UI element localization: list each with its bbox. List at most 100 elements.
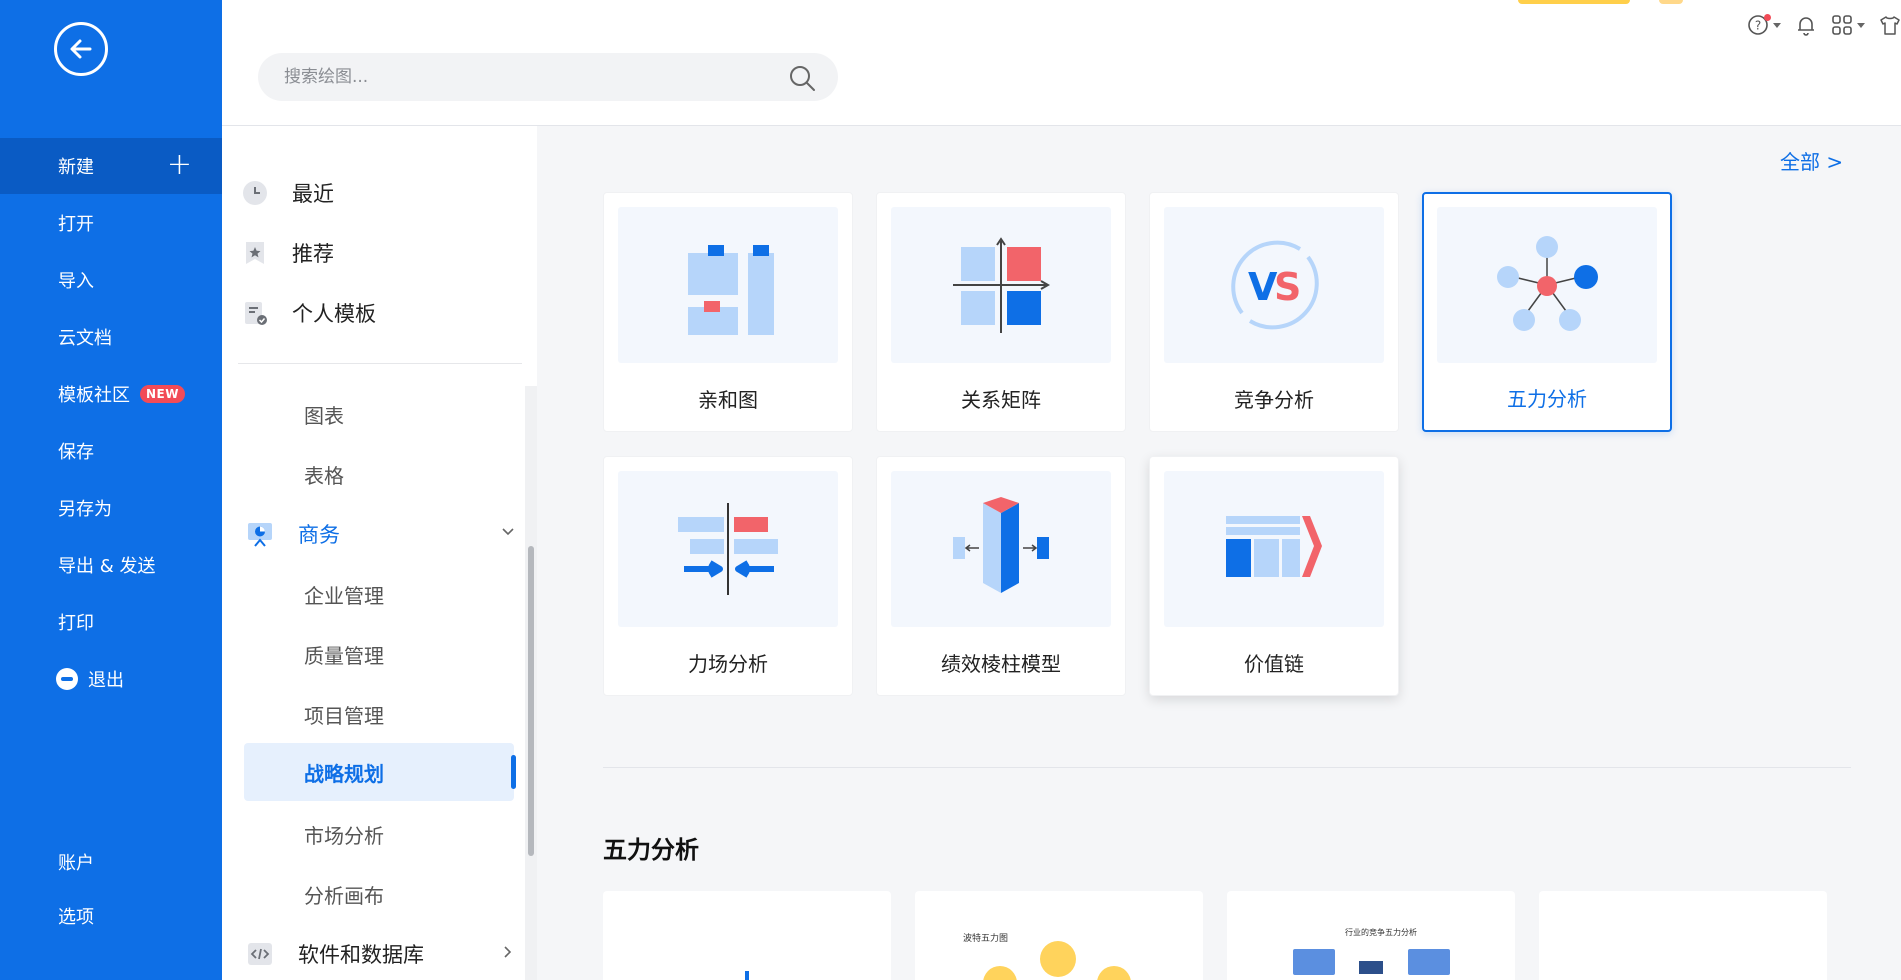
template-thumbnail <box>618 471 838 627</box>
category-project-management[interactable]: 项目管理 <box>244 685 514 743</box>
template-card-affinity[interactable]: 亲和图 <box>603 192 853 432</box>
category-label: 战略规划 <box>304 761 384 786</box>
svg-text:?: ? <box>1755 19 1761 33</box>
sidebar-item-save-as[interactable]: 另存为 <box>0 480 222 536</box>
search-box <box>258 53 838 101</box>
value-chain-icon <box>1226 516 1322 577</box>
search-input[interactable] <box>284 53 754 101</box>
template-card-value-chain[interactable]: 价值链 <box>1149 456 1399 696</box>
category-label: 项目管理 <box>304 703 384 728</box>
category-chart[interactable]: 图表 <box>244 385 514 443</box>
category-quality-management[interactable]: 质量管理 <box>244 625 514 683</box>
category-label: 商务 <box>298 523 340 547</box>
category-software-database[interactable]: 软件和数据库 <box>246 927 516 980</box>
sidebar-item-label: 导入 <box>58 271 94 292</box>
template-label: 竞争分析 <box>1234 388 1314 412</box>
top-bar: ? <box>222 0 1901 126</box>
category-recommended[interactable]: 推荐 <box>242 228 334 278</box>
sidebar-item-label: 打开 <box>58 214 94 235</box>
new-badge: NEW <box>140 385 185 403</box>
category-label: 市场分析 <box>304 823 384 848</box>
template-thumbnail <box>891 207 1111 363</box>
template-thumbnail <box>1437 207 1657 363</box>
upgrade-banner-edge[interactable] <box>1518 0 1630 4</box>
plus-icon: + <box>166 147 192 182</box>
minus-circle-icon <box>56 668 78 690</box>
template-label: 绩效棱柱模型 <box>941 652 1061 676</box>
sidebar-item-label: 云文档 <box>58 328 112 349</box>
preview-box <box>1359 961 1383 974</box>
avatar-edge[interactable] <box>1659 0 1683 4</box>
chevron-down-icon <box>502 528 514 536</box>
arrow-left-icon <box>70 39 92 59</box>
theme-button[interactable] <box>1879 14 1901 36</box>
scrollbar-thumb[interactable] <box>528 546 534 856</box>
prism-icon <box>953 497 1049 593</box>
five-forces-icon <box>1497 236 1598 331</box>
affinity-diagram-icon <box>688 245 774 335</box>
section-title: 五力分析 <box>603 836 699 864</box>
category-market-analysis[interactable]: 市场分析 <box>244 805 514 863</box>
preview-box <box>1293 949 1335 975</box>
view-all-link[interactable]: 全部 > <box>1780 146 1843 175</box>
template-preview-4[interactable] <box>1539 891 1827 980</box>
template-card-five-forces[interactable]: 五力分析 <box>1422 192 1672 432</box>
main-sidebar: 新建 + 打开 导入 云文档 模板社区 NEW 保存 另存为 导出 & 发送 打… <box>0 0 222 980</box>
sidebar-item-open[interactable]: 打开 <box>0 195 222 251</box>
back-button[interactable] <box>54 22 108 76</box>
preview-title: 波特五力图 <box>963 934 1009 944</box>
search-icon[interactable] <box>788 64 816 92</box>
sidebar-item-account[interactable]: 账户 <box>0 834 222 890</box>
template-label: 关系矩阵 <box>961 388 1041 412</box>
sidebar-item-label: 另存为 <box>58 499 112 520</box>
category-business[interactable]: 商务 <box>246 507 516 561</box>
sidebar-item-label: 账户 <box>58 853 94 874</box>
category-table[interactable]: 表格 <box>244 445 514 503</box>
preview-circle <box>1040 941 1076 977</box>
sidebar-item-import[interactable]: 导入 <box>0 252 222 308</box>
category-recent[interactable]: 最近 <box>242 168 334 218</box>
template-card-force-field[interactable]: 力场分析 <box>603 456 853 696</box>
clock-icon <box>242 180 268 206</box>
section-divider <box>603 767 1851 768</box>
sidebar-item-export[interactable]: 导出 & 发送 <box>0 537 222 593</box>
sidebar-item-exit[interactable]: 退出 <box>0 651 222 707</box>
preview-title: 行业的竞争五力分析 <box>1345 928 1417 937</box>
shirt-icon <box>1880 16 1900 35</box>
preview-circle <box>983 966 1017 980</box>
top-right-toolbar: ? <box>1747 14 1901 36</box>
category-scrollbar[interactable] <box>525 386 537 980</box>
category-strategic-planning[interactable]: 战略规划 <box>244 743 516 801</box>
category-label: 质量管理 <box>304 643 384 668</box>
category-analysis-canvas[interactable]: 分析画布 <box>244 865 514 923</box>
sidebar-item-save[interactable]: 保存 <box>0 423 222 479</box>
template-preview-1[interactable] <box>603 891 891 980</box>
help-menu[interactable]: ? <box>1747 14 1781 36</box>
sidebar-item-options[interactable]: 选项 <box>0 888 222 944</box>
template-preview-3[interactable]: 行业的竞争五力分析 <box>1227 891 1515 980</box>
template-thumbnail <box>891 471 1111 627</box>
presentation-chart-icon <box>246 520 274 548</box>
chevron-right-icon <box>504 946 512 958</box>
category-label: 图表 <box>304 403 344 428</box>
category-panel: 最近 推荐 个人模板 图表 表格 商务 企业管理 质量管理 项目管理 战略规划 … <box>222 126 537 980</box>
apps-menu[interactable] <box>1831 14 1865 36</box>
code-icon <box>246 940 274 968</box>
template-thumbnail <box>1164 471 1384 627</box>
template-label: 亲和图 <box>698 388 758 412</box>
apps-grid-icon <box>1832 15 1852 35</box>
category-personal[interactable]: 个人模板 <box>242 288 376 338</box>
category-enterprise-management[interactable]: 企业管理 <box>244 565 514 623</box>
sidebar-item-new[interactable]: 新建 + <box>0 138 222 194</box>
template-card-performance-prism[interactable]: 绩效棱柱模型 <box>876 456 1126 696</box>
sidebar-item-cloud[interactable]: 云文档 <box>0 309 222 365</box>
preview-circle <box>1097 966 1131 980</box>
template-preview-2[interactable]: 波特五力图 <box>915 891 1203 980</box>
sidebar-item-print[interactable]: 打印 <box>0 594 222 650</box>
sidebar-item-community[interactable]: 模板社区 NEW <box>0 366 222 422</box>
template-card-relationship-matrix[interactable]: 关系矩阵 <box>876 192 1126 432</box>
notifications-button[interactable] <box>1795 14 1817 36</box>
preview-graphic <box>745 971 749 980</box>
template-card-competition[interactable]: V S 竞争分析 <box>1149 192 1399 432</box>
divider <box>238 363 522 364</box>
